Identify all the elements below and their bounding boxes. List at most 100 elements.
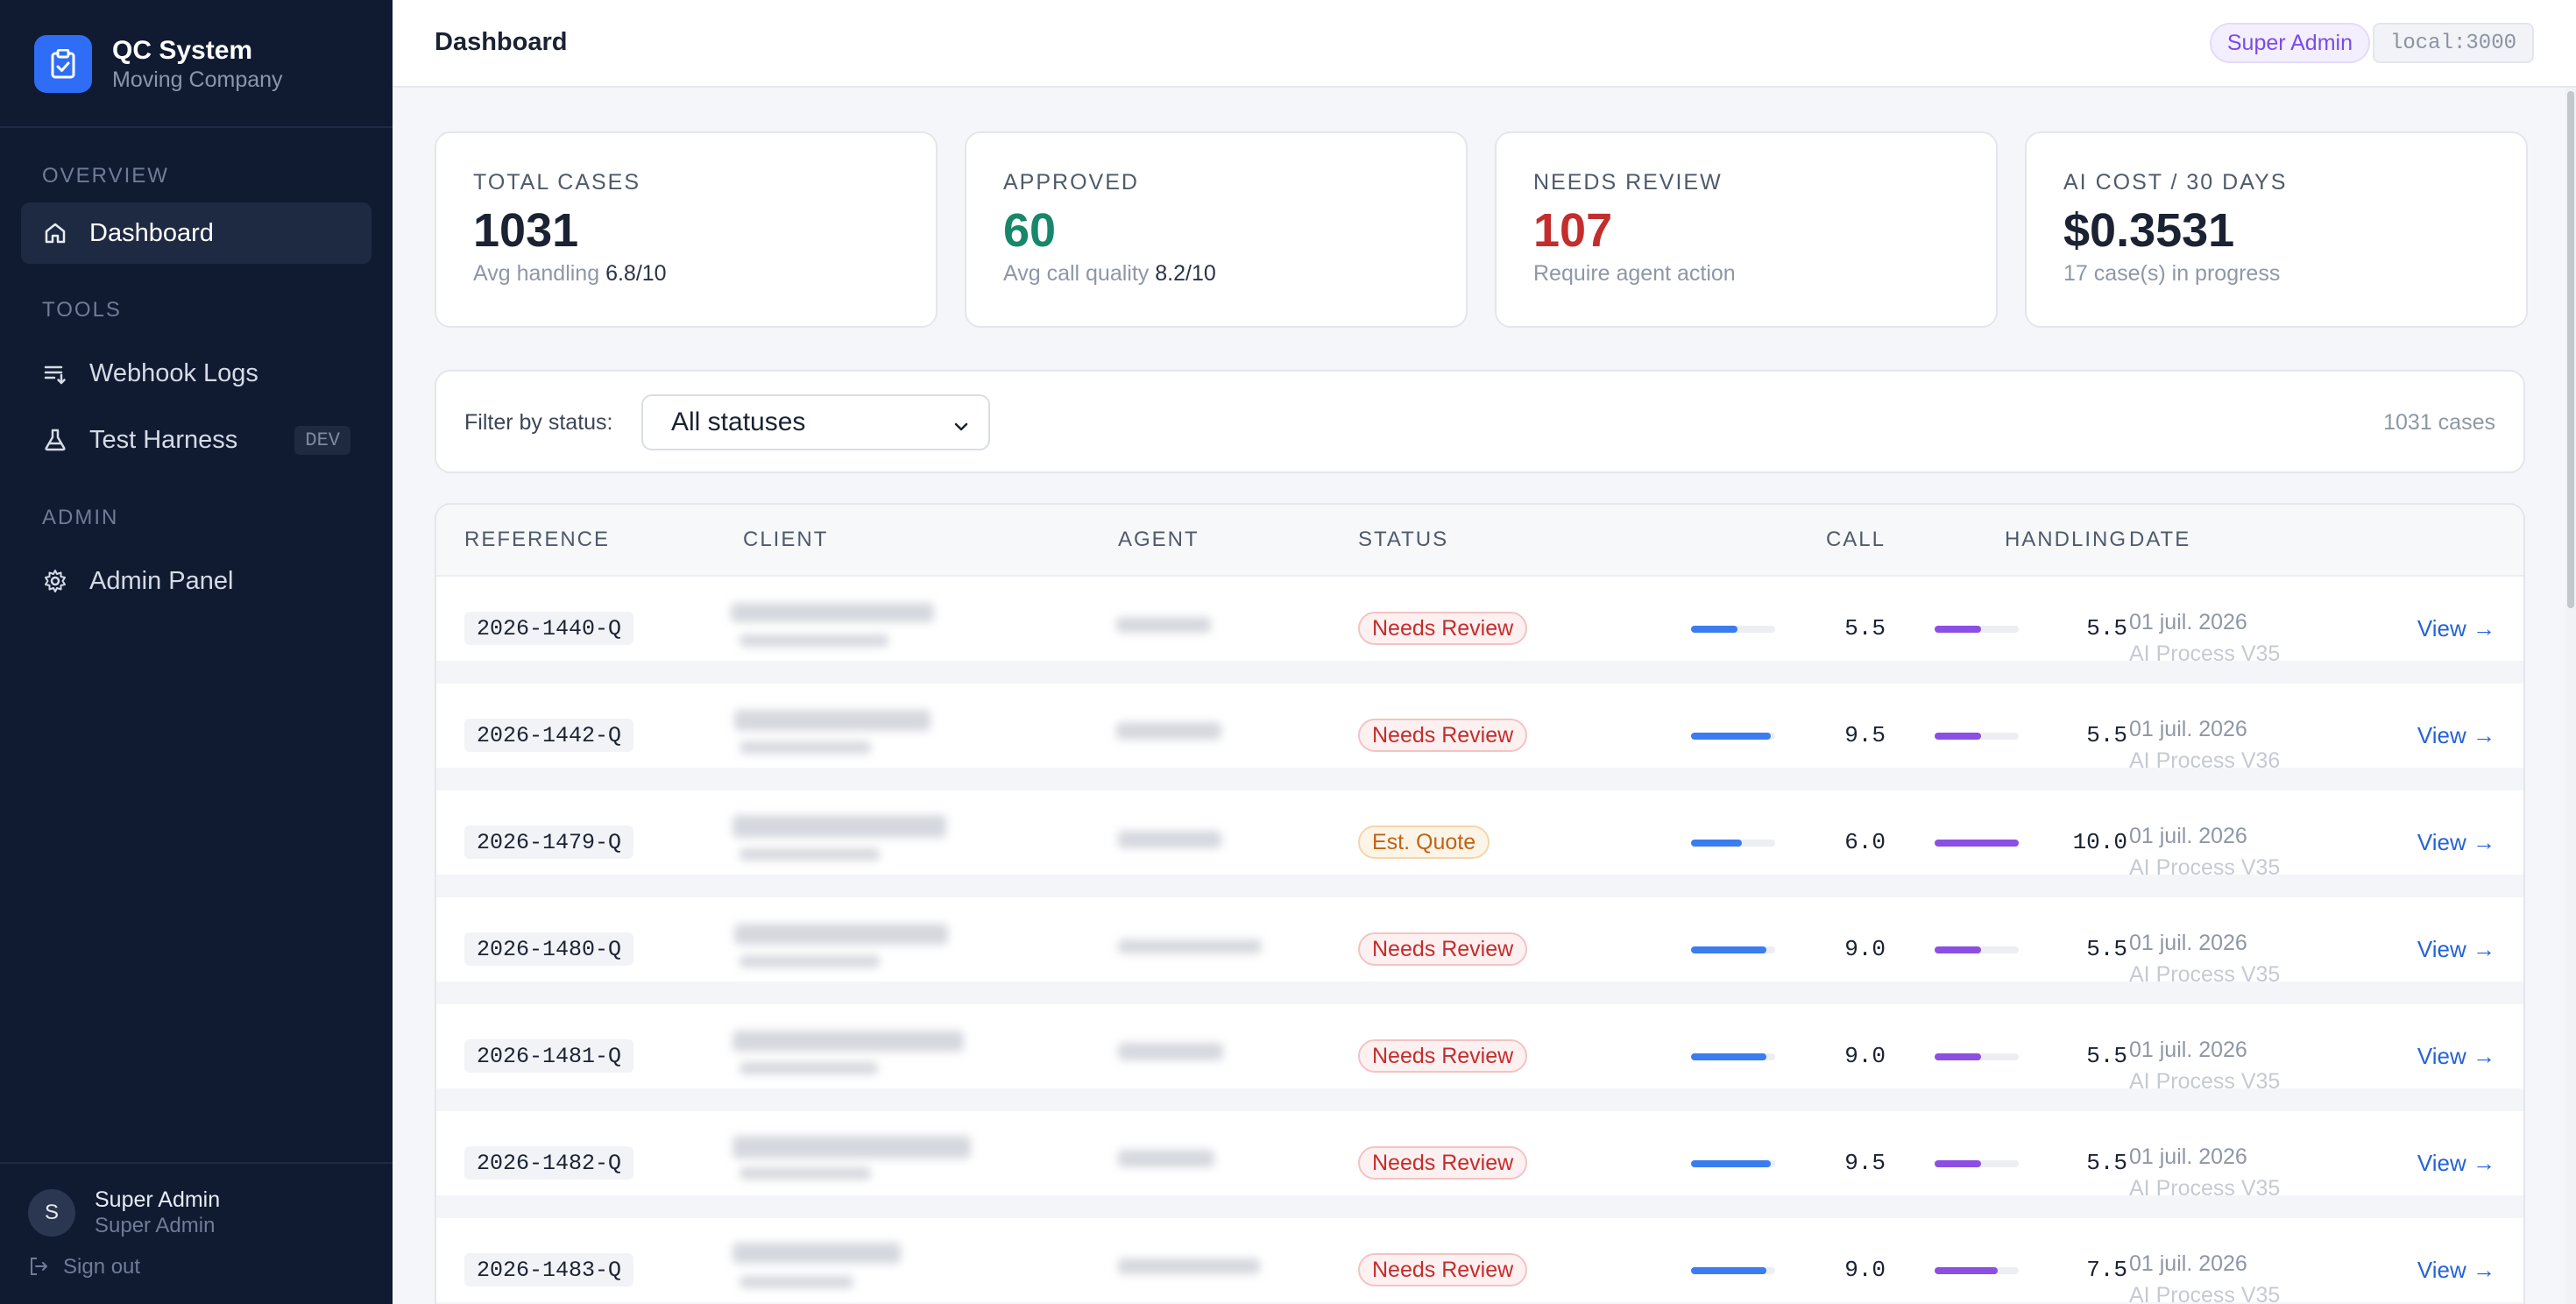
handling-score-bar [1935, 733, 2019, 740]
sidebar-item-test-harness[interactable]: Test Harness DEV [21, 409, 372, 471]
table-row[interactable]: 2026-1440-Q Needs Review 5.5 5.5 01 juil. 20… [436, 577, 2523, 684]
column-header-reference[interactable]: Reference [464, 528, 610, 552]
stat-value: $0.3531 [2063, 204, 2235, 257]
reference-code: 2026-1479-Q [464, 826, 634, 859]
redacted-client [740, 1062, 878, 1074]
sidebar: QC System Moving Company Overview Dashbo… [0, 0, 393, 1304]
view-link[interactable]: View → [2417, 936, 2495, 963]
table-row[interactable]: 2026-1480-Q Needs Review 9.0 5.5 01 juil. 20… [436, 897, 2523, 1004]
process-version: AI Process V35 [2129, 1176, 2281, 1201]
stat-card-approved: Approved 60 Avg call quality 8.2/10 [965, 131, 1468, 328]
table-row[interactable]: 2026-1442-Q Needs Review 9.5 5.5 01 juil. 20… [436, 684, 2523, 790]
call-score-fill [1691, 1053, 1766, 1060]
stat-card-ai-cost: AI Cost / 30 Days $0.3531 17 case(s) in … [2025, 131, 2528, 328]
scrollbar-thumb[interactable] [2567, 91, 2574, 608]
user-profile[interactable]: S Super Admin Super Admin [28, 1187, 220, 1239]
table-row[interactable]: 2026-1482-Q Needs Review 9.5 5.5 01 juil. 20… [436, 1111, 2523, 1218]
handling-score-fill [1935, 1267, 1998, 1274]
brand[interactable]: QC System Moving Company [34, 35, 283, 93]
view-link[interactable]: View → [2417, 1257, 2495, 1284]
status-badge: Needs Review [1358, 1146, 1528, 1180]
status-badge: Needs Review [1358, 719, 1528, 752]
column-header-date[interactable]: Date [2129, 528, 2190, 552]
stat-subtext: Avg call quality 8.2/10 [1003, 261, 1216, 286]
call-score-fill [1691, 1160, 1771, 1167]
redacted-client [732, 1136, 971, 1159]
status-select-value: All statuses [671, 408, 806, 436]
status-select[interactable]: All statuses [641, 394, 990, 450]
chevron-down-icon [952, 414, 971, 433]
reference-code: 2026-1481-Q [464, 1039, 634, 1073]
list-icon [42, 360, 68, 386]
reference-code: 2026-1480-Q [464, 932, 634, 966]
gear-icon [42, 568, 68, 594]
redacted-client [740, 741, 871, 754]
sidebar-item-label: Test Harness [89, 425, 238, 454]
case-date: 01 juil. 2026 [2129, 824, 2247, 848]
call-score-fill [1691, 1267, 1766, 1274]
flask-icon [42, 427, 68, 453]
redacted-client [740, 848, 880, 861]
redacted-agent [1118, 1258, 1260, 1274]
clipboard-check-icon [34, 35, 92, 93]
section-admin: Admin [42, 506, 119, 529]
call-score: 6.0 [1844, 829, 1886, 855]
top-header: Dashboard Super Admin local:3000 [393, 0, 2576, 88]
table-row[interactable]: 2026-1481-Q Needs Review 9.0 5.5 01 juil. 20… [436, 1004, 2523, 1111]
handling-score: 5.5 [2086, 722, 2127, 748]
status-badge: Needs Review [1358, 1253, 1528, 1286]
call-score-bar [1691, 1267, 1775, 1274]
sign-out-link[interactable]: Sign out [28, 1255, 140, 1279]
column-header-handling[interactable]: Handling [1952, 528, 2127, 552]
status-badge: Needs Review [1358, 932, 1528, 966]
redacted-client [740, 955, 880, 967]
column-header-agent[interactable]: Agent [1118, 528, 1200, 552]
page-scrollbar[interactable] [2565, 88, 2576, 1304]
column-header-status[interactable]: Status [1358, 528, 1448, 552]
status-badge: Needs Review [1358, 612, 1528, 645]
view-link[interactable]: View → [2417, 615, 2495, 642]
call-score-fill [1691, 946, 1766, 953]
brand-subtitle: Moving Company [112, 67, 283, 92]
stat-label: AI Cost / 30 Days [2063, 170, 2288, 195]
call-score: 9.0 [1844, 1043, 1886, 1069]
stat-value: 60 [1003, 204, 1057, 257]
case-date: 01 juil. 2026 [2129, 1038, 2247, 1062]
page-title: Dashboard [435, 28, 568, 56]
role-badge: Super Admin [2209, 23, 2370, 63]
sidebar-item-dashboard[interactable]: Dashboard [21, 202, 372, 264]
column-header-client[interactable]: Client [743, 528, 828, 552]
stat-subtext: Require agent action [1533, 261, 1736, 286]
call-score: 9.5 [1844, 722, 1886, 748]
process-version: AI Process V35 [2129, 1283, 2281, 1304]
view-link[interactable]: View → [2417, 1150, 2495, 1177]
handling-score-bar [1935, 1053, 2019, 1060]
redacted-client [734, 710, 931, 731]
table-header: Reference Client Agent Status Call Handl… [436, 505, 2523, 577]
case-date: 01 juil. 2026 [2129, 610, 2247, 634]
filter-label: Filter by status: [464, 410, 613, 435]
process-version: AI Process V35 [2129, 962, 2281, 987]
table-row[interactable]: 2026-1479-Q Est. Quote 6.0 10.0 01 juil. 202… [436, 790, 2523, 897]
stat-card-total-cases: Total Cases 1031 Avg handling 6.8/10 [435, 131, 938, 328]
table-row[interactable]: 2026-1483-Q Needs Review 9.0 7.5 01 juil. 20… [436, 1218, 2523, 1304]
handling-score-bar [1935, 946, 2019, 953]
case-date: 01 juil. 2026 [2129, 931, 2247, 955]
reference-code: 2026-1440-Q [464, 612, 634, 645]
view-link[interactable]: View → [2417, 829, 2495, 856]
view-link[interactable]: View → [2417, 722, 2495, 749]
stat-label: Approved [1003, 170, 1139, 195]
sidebar-item-webhook-logs[interactable]: Webhook Logs [21, 343, 372, 404]
case-date: 01 juil. 2026 [2129, 1251, 2247, 1276]
column-header-call[interactable]: Call [1772, 528, 1886, 552]
user-role: Super Admin [95, 1214, 216, 1237]
case-date: 01 juil. 2026 [2129, 1145, 2247, 1169]
view-link[interactable]: View → [2417, 1043, 2495, 1070]
handling-score: 5.5 [2086, 615, 2127, 641]
reference-code: 2026-1482-Q [464, 1146, 634, 1180]
stat-label: Total Cases [473, 170, 641, 195]
sidebar-divider [0, 1162, 393, 1164]
filter-bar: Filter by status: All statuses 1031 case… [435, 370, 2525, 473]
sidebar-item-admin-panel[interactable]: Admin Panel [21, 550, 372, 612]
handling-score-fill [1935, 1160, 1981, 1167]
